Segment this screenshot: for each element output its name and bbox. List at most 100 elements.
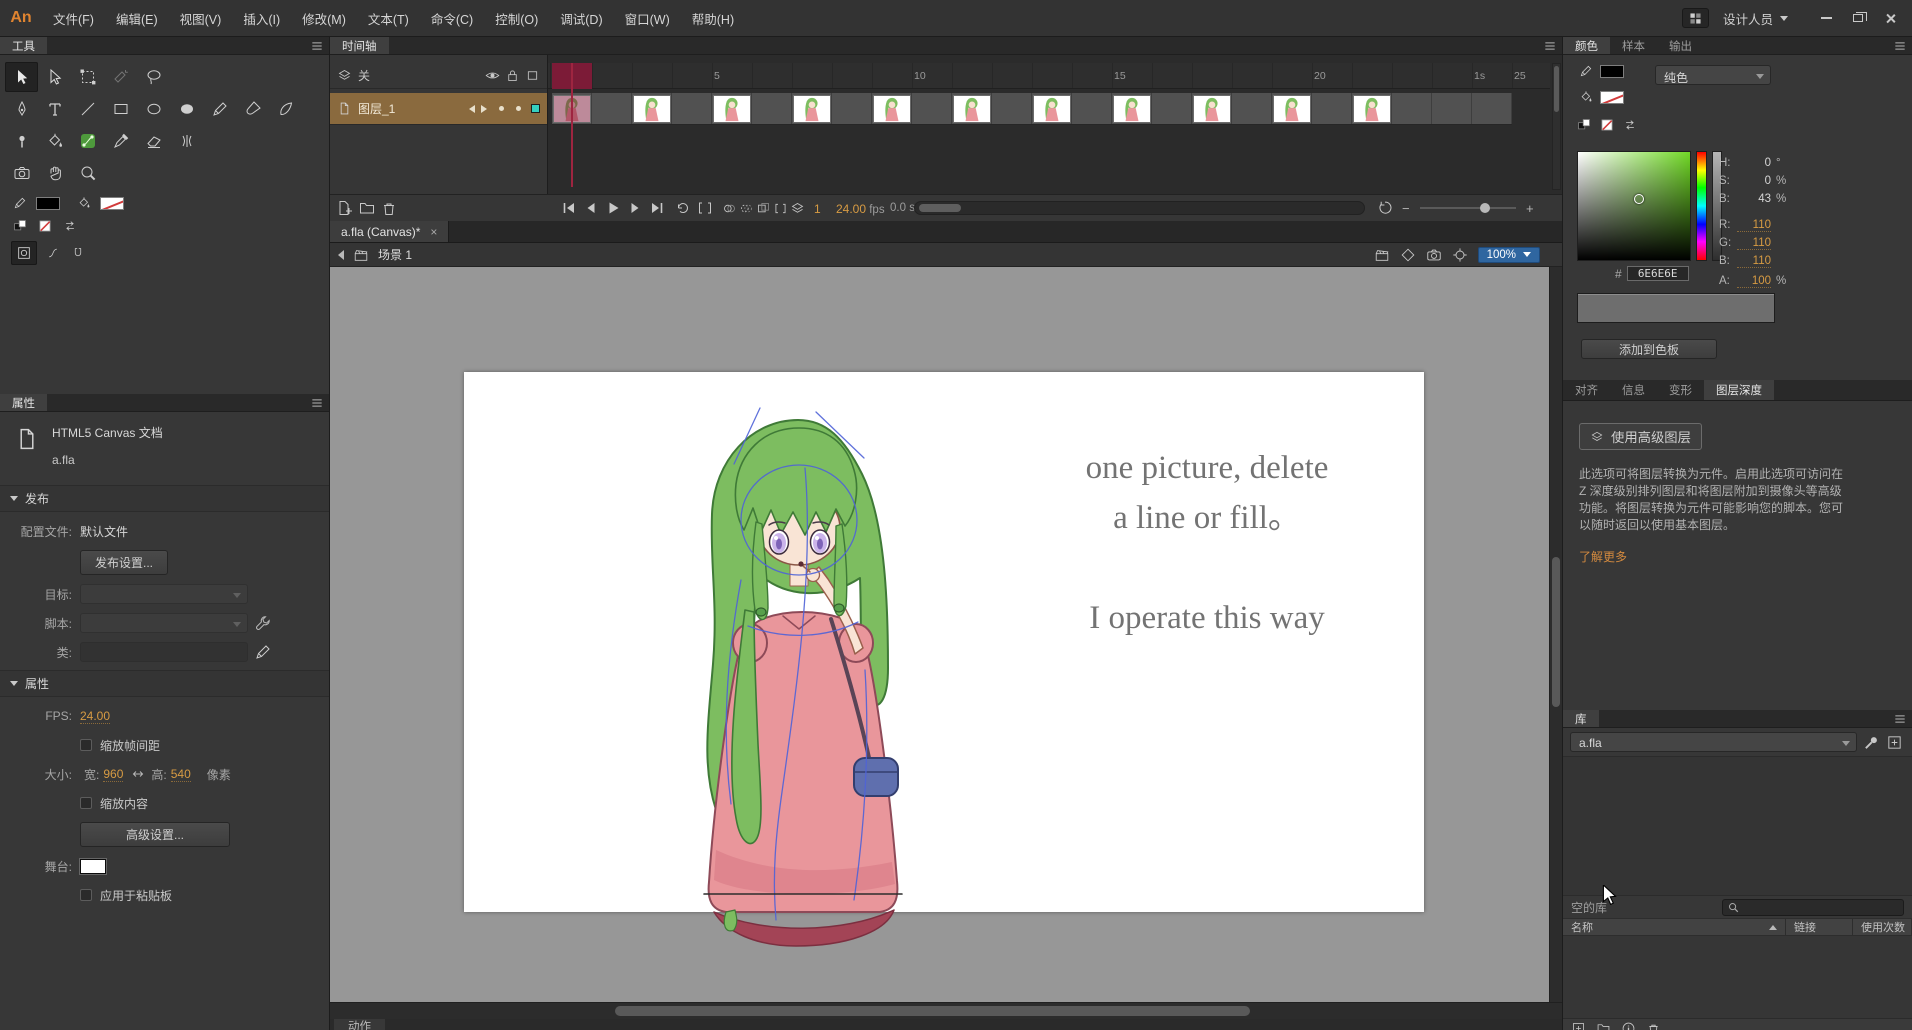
keyframe-thumbnail[interactable] — [793, 95, 831, 123]
oval-tool[interactable] — [137, 94, 170, 124]
panel-tab-1[interactable]: 对齐 — [1563, 380, 1610, 400]
default-colors-icon[interactable] — [1575, 117, 1593, 133]
library-column-header[interactable]: 使用次数 — [1853, 919, 1912, 935]
close-button[interactable] — [1874, 5, 1906, 31]
onion-skin-button[interactable] — [722, 201, 737, 216]
color-type-dropdown[interactable]: 纯色 — [1655, 65, 1771, 85]
go-to-last-frame-button[interactable] — [648, 199, 666, 217]
color-channel-value[interactable]: 0 — [1737, 175, 1771, 187]
new-folder-button[interactable] — [358, 199, 376, 217]
actions-panel-tab[interactable]: 动作 — [334, 1019, 385, 1030]
stroke-color-swatch[interactable] — [36, 196, 60, 210]
stroke-color-control[interactable] — [1577, 63, 1624, 79]
asset-warp-tool[interactable] — [5, 126, 38, 156]
bind-tool[interactable] — [71, 126, 104, 156]
script-settings-icon[interactable] — [254, 614, 272, 632]
reset-timeline-zoom-button[interactable] — [1376, 199, 1394, 217]
color-channel-value[interactable]: 0 — [1737, 157, 1771, 169]
zoom-in-frames-icon[interactable]: + — [1526, 201, 1534, 216]
layer-lock-dot[interactable] — [516, 106, 521, 111]
hand-tool[interactable] — [38, 158, 71, 188]
swap-colors-icon[interactable] — [61, 218, 79, 234]
stroke-color-swatch[interactable] — [1600, 64, 1624, 78]
default-colors-icon[interactable] — [11, 218, 29, 234]
current-frame-value[interactable]: 1 — [814, 202, 821, 216]
edit-symbols-icon[interactable] — [1400, 247, 1416, 263]
lock-column-icon[interactable] — [505, 68, 520, 83]
frame-view-button[interactable] — [790, 201, 805, 216]
link-dimensions-icon[interactable] — [129, 765, 147, 783]
use-advanced-layers-button[interactable]: 使用高级图层 — [1579, 423, 1702, 450]
color-channel-value[interactable]: 100 — [1737, 275, 1771, 288]
eyedropper-tool[interactable] — [104, 126, 137, 156]
go-to-first-frame-button[interactable] — [560, 199, 578, 217]
free-transform-tool[interactable] — [71, 62, 104, 92]
minimize-button[interactable] — [1810, 5, 1842, 31]
fill-color-swatch[interactable] — [100, 196, 124, 210]
properties-tab[interactable]: 属性 — [0, 394, 47, 411]
keyframe-thumbnail[interactable] — [873, 95, 911, 123]
prev-keyframe-icon[interactable] — [469, 104, 475, 113]
learn-more-link[interactable]: 了解更多 — [1579, 548, 1896, 565]
stage-height-value[interactable]: 540 — [170, 767, 191, 782]
timeline-zoom-slider[interactable] — [1420, 203, 1516, 213]
scrollbar-thumb[interactable] — [615, 1006, 1250, 1016]
keyframe-thumbnail[interactable] — [953, 95, 991, 123]
timeline-horizontal-scrollbar[interactable] — [914, 201, 1365, 215]
visibility-column-icon[interactable] — [485, 68, 500, 83]
color-group-tab[interactable]: 输出 — [1657, 37, 1704, 54]
layer-name[interactable]: 图层_1 — [358, 100, 395, 117]
scale-spans-checkbox[interactable] — [80, 739, 92, 751]
timeline-ruler[interactable]: 5 10 15 20 25 1s — [548, 63, 1550, 89]
color-channel-value[interactable]: 110 — [1737, 237, 1771, 250]
restore-button[interactable] — [1842, 5, 1874, 31]
slider-knob[interactable] — [1480, 203, 1490, 213]
advanced-settings-button[interactable]: 高级设置... — [80, 822, 230, 847]
stage-color-swatch[interactable] — [80, 858, 106, 874]
lasso-tool[interactable] — [137, 62, 170, 92]
width-tool[interactable] — [170, 126, 203, 156]
stage-width-value[interactable]: 960 — [103, 767, 124, 782]
scrollbar-thumb[interactable] — [1554, 66, 1559, 112]
library-item-list[interactable] — [1563, 936, 1912, 1018]
color-channel-value[interactable]: 110 — [1737, 219, 1771, 232]
pin-library-icon[interactable] — [1863, 734, 1880, 751]
library-column-header[interactable]: 名称 — [1563, 919, 1786, 935]
center-stage-icon[interactable] — [1452, 247, 1468, 263]
menu-item[interactable]: 修改(M) — [291, 0, 357, 37]
zoom-level-dropdown[interactable]: 100% — [1477, 246, 1540, 263]
publish-section-header[interactable]: 发布 — [0, 485, 329, 512]
layer-outline-color[interactable] — [531, 104, 540, 113]
snap-to-objects-icon[interactable] — [69, 245, 87, 261]
menu-item[interactable]: 调试(D) — [549, 0, 613, 37]
edit-multiple-frames-button[interactable] — [756, 201, 771, 216]
outline-column-icon[interactable] — [525, 68, 540, 83]
menu-item[interactable]: 控制(O) — [484, 0, 549, 37]
object-drawing-toggle[interactable] — [11, 241, 37, 265]
layer-visibility-dot[interactable] — [499, 106, 504, 111]
new-folder-button[interactable] — [1596, 1021, 1611, 1030]
smooth-curve-icon[interactable] — [44, 245, 62, 261]
menu-item[interactable]: 帮助(H) — [681, 0, 745, 37]
scale-content-checkbox[interactable] — [80, 797, 92, 809]
playhead-line[interactable] — [571, 63, 573, 187]
hex-value-field[interactable]: 6E6E6E — [1626, 266, 1689, 281]
layer-row[interactable]: 图层_1 — [330, 93, 547, 125]
selection-tool[interactable] — [5, 62, 38, 92]
panel-menu-icon[interactable] — [1542, 39, 1558, 53]
line-tool[interactable] — [71, 94, 104, 124]
menu-item[interactable]: 文件(F) — [42, 0, 105, 37]
loop-range-button[interactable] — [696, 199, 714, 217]
panel-tab-3[interactable]: 变形 — [1657, 380, 1704, 400]
step-forward-button[interactable] — [626, 199, 644, 217]
magic-wand-tool[interactable] — [104, 62, 137, 92]
stage-vertical-scrollbar[interactable] — [1549, 267, 1562, 1002]
onion-skin-outline-button[interactable] — [739, 201, 754, 216]
color-channel-value[interactable]: 43 — [1737, 193, 1771, 205]
camera-icon[interactable] — [1426, 247, 1442, 263]
timeline-tab[interactable]: 时间轴 — [330, 37, 389, 54]
menu-item[interactable]: 命令(C) — [420, 0, 484, 37]
apply-pasteboard-checkbox[interactable] — [80, 889, 92, 901]
zoom-tool[interactable] — [71, 158, 104, 188]
paint-bucket-tool[interactable] — [38, 126, 71, 156]
